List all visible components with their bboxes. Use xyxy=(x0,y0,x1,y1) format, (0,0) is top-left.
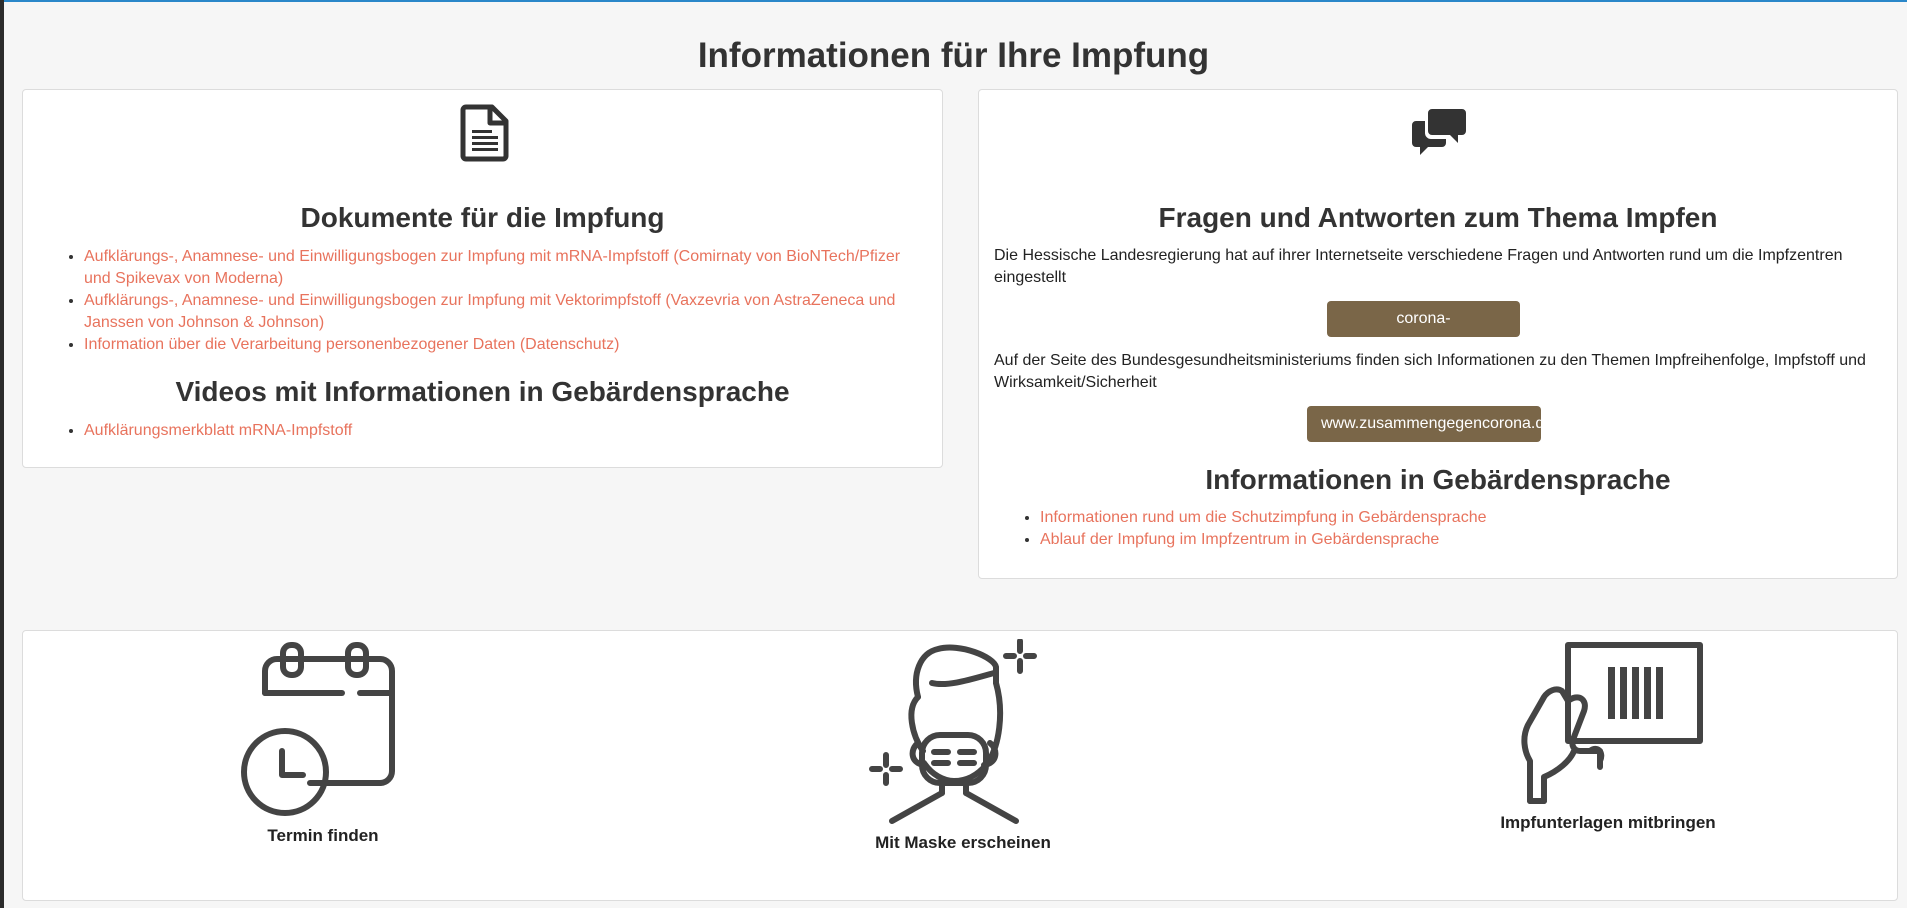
chat-bubbles-icon xyxy=(1412,109,1466,155)
hand-holding-card-icon xyxy=(1521,642,1703,804)
hessen-info-text: Die Hessische Landesregierung hat auf ih… xyxy=(994,247,1843,286)
faq-panel: Fragen und Antworten zum Thema Impfen Di… xyxy=(978,89,1898,579)
top-accent-line xyxy=(0,0,1907,2)
masked-person-icon xyxy=(869,639,1037,824)
window-left-edge xyxy=(0,0,4,908)
page-title: Informationen für Ihre Impfung xyxy=(697,36,1210,75)
list-item: Information über die Verarbeitung person… xyxy=(84,334,924,356)
documents-heading: Dokumente für die Impfung xyxy=(300,202,665,233)
documents-link-list: Aufklärungs-, Anamnese- und Einwilligung… xyxy=(23,246,944,356)
step-termin-label: Termin finden xyxy=(267,826,379,845)
calendar-clock-icon xyxy=(241,642,395,816)
documents-panel: Dokumente für die Impfung Aufklärungs-, … xyxy=(22,89,943,468)
list-item: Aufklärungsmerkblatt mRNA-Impfstoff xyxy=(84,420,944,442)
data-privacy-link[interactable]: Information über die Verarbeitung person… xyxy=(84,336,619,353)
list-item: Informationen rund um die Schutzimpfung … xyxy=(1040,507,1899,529)
videos-heading: Videos mit Informationen in Gebärdenspra… xyxy=(175,376,790,407)
mrna-consent-form-link[interactable]: Aufklärungs-, Anamnese- und Einwilligung… xyxy=(84,248,900,287)
document-icon xyxy=(460,104,509,162)
sign-language-heading: Informationen in Gebärdensprache xyxy=(1205,464,1671,495)
vaccination-sign-language-link[interactable]: Informationen rund um die Schutzimpfung … xyxy=(1040,509,1486,526)
step-maske: Mit Maske erscheinen xyxy=(863,639,1063,853)
list-item: Ablauf der Impfung im Impfzentrum in Geb… xyxy=(1040,529,1899,551)
steps-panel: Termin finden Mit Maske erscheinen Impfu… xyxy=(22,630,1898,901)
list-item: Aufklärungs-, Anamnese- und Einwilligung… xyxy=(84,246,924,290)
list-item: Aufklärungs-, Anamnese- und Einwilligung… xyxy=(84,290,924,334)
bmg-info-text: Auf der Seite des Bundesgesundheitsminis… xyxy=(994,352,1866,391)
sign-language-link-list: Informationen rund um die Schutzimpfung … xyxy=(979,507,1899,551)
zusammengegencorona-button[interactable]: www.zusammengegencorona.de xyxy=(1307,406,1553,442)
step-maske-label: Mit Maske erscheinen xyxy=(875,833,1051,852)
videos-link-list: Aufklärungsmerkblatt mRNA-Impfstoff xyxy=(23,420,944,442)
faq-heading: Fragen und Antworten zum Thema Impfen xyxy=(1158,202,1718,233)
hessen-website-button[interactable]: corona-impfung.hessen.de/ xyxy=(1327,301,1520,363)
vector-consent-form-link[interactable]: Aufklärungs-, Anamnese- und Einwilligung… xyxy=(84,292,895,331)
mrna-info-sheet-video-link[interactable]: Aufklärungsmerkblatt mRNA-Impfstoff xyxy=(84,422,352,439)
procedure-sign-language-link[interactable]: Ablauf der Impfung im Impfzentrum in Geb… xyxy=(1040,531,1439,548)
step-unterlagen-label: Impfunterlagen mitbringen xyxy=(1500,813,1716,832)
step-unterlagen: Impfunterlagen mitbringen xyxy=(1463,641,1753,833)
step-termin: Termin finden xyxy=(223,641,423,846)
